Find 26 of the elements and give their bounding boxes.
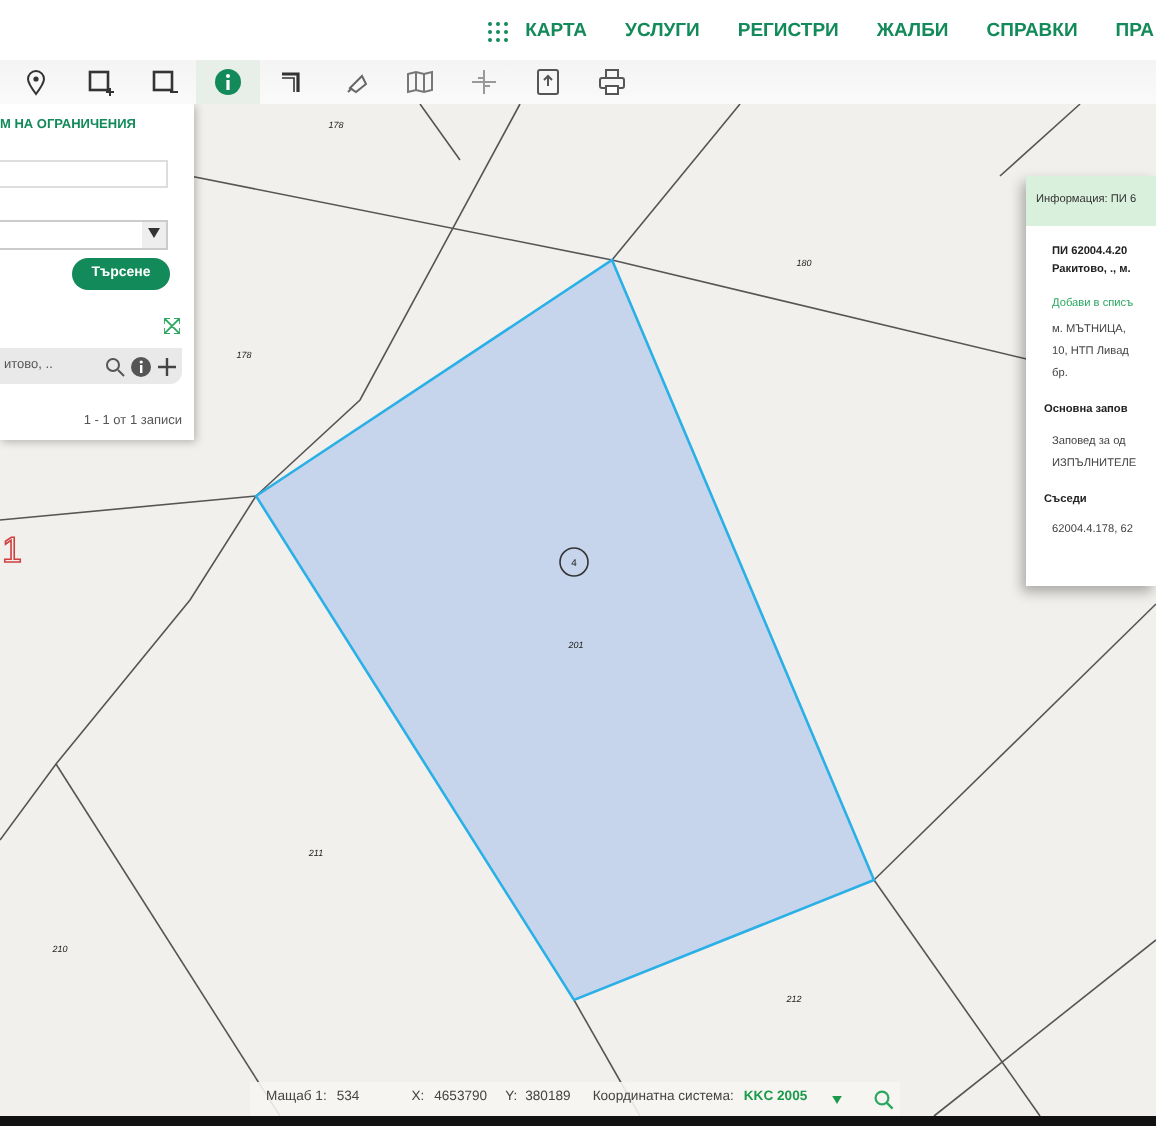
crosshair-icon bbox=[470, 68, 498, 96]
document-upload-icon bbox=[534, 68, 562, 96]
nav-link[interactable]: РЕГИСТРИ bbox=[737, 17, 839, 47]
printer-icon bbox=[598, 68, 626, 96]
info-icon[interactable] bbox=[130, 355, 152, 377]
nav-link[interactable]: КАРТА bbox=[525, 17, 588, 47]
apps-grid-icon[interactable] bbox=[485, 20, 510, 44]
nav-link[interactable]: УСЛУГИ bbox=[625, 17, 700, 47]
input-field[interactable] bbox=[0, 160, 168, 188]
info-icon bbox=[214, 68, 242, 96]
search-icon[interactable] bbox=[104, 355, 126, 377]
nav-link[interactable]: ЖАЛБИ bbox=[876, 17, 949, 47]
select-field[interactable] bbox=[0, 220, 168, 250]
nav-link[interactable]: СПРАВКИ bbox=[986, 17, 1078, 47]
pin-icon bbox=[22, 68, 50, 96]
corner-line-icon bbox=[278, 68, 306, 96]
folded-map-icon bbox=[406, 68, 434, 96]
expand-icon[interactable] bbox=[164, 318, 180, 335]
search-icon[interactable] bbox=[873, 1089, 894, 1109]
zoom-in-rectangle-icon bbox=[86, 68, 114, 96]
nav-link[interactable]: ПРА bbox=[1115, 17, 1154, 47]
edge-mark: 1 bbox=[2, 530, 23, 570]
plus-icon[interactable] bbox=[156, 355, 178, 377]
zoom-out-rectangle-icon bbox=[150, 68, 178, 96]
caret-icon[interactable] bbox=[831, 1095, 842, 1103]
caret-icon bbox=[148, 227, 160, 238]
